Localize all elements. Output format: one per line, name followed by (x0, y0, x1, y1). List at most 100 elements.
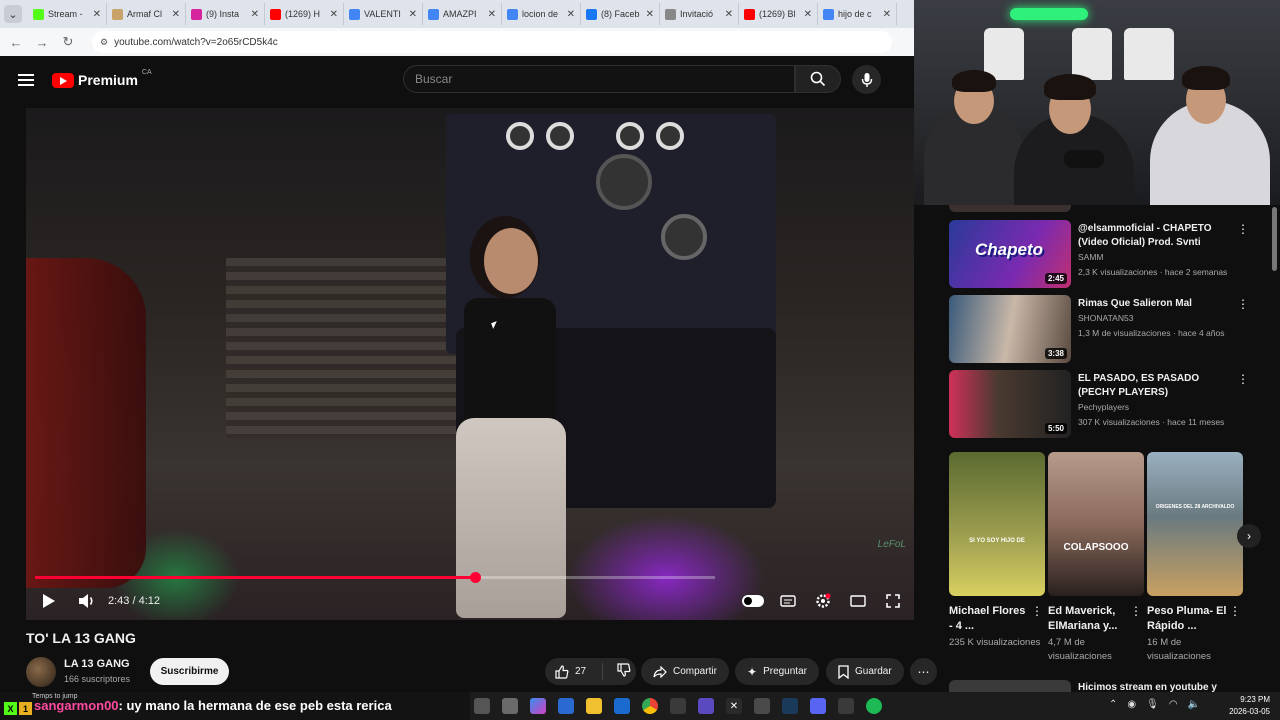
wifi-icon[interactable]: ◠ (1169, 699, 1178, 710)
recommended-video[interactable]: Chapeto 2:45 @elsammoficial - CHAPETO (V… (949, 220, 1259, 288)
short-title[interactable]: Michael Flores - 4 ... (949, 604, 1029, 634)
subtitles-button[interactable] (777, 590, 799, 612)
video-title[interactable]: EL PASADO, ES PASADO (PECHY PLAYERS) (1078, 372, 1228, 400)
capcut-icon[interactable]: ✕ (726, 698, 742, 714)
shorts-next-button[interactable]: › (1237, 524, 1261, 548)
steam-icon[interactable] (782, 698, 798, 714)
outlook-icon[interactable] (614, 698, 630, 714)
volume-button[interactable] (76, 590, 98, 612)
chrome-icon[interactable] (642, 698, 658, 714)
url-field[interactable]: ⚙ youtube.com/watch?v=2o65rCD5k4c (92, 31, 892, 53)
notes-icon[interactable] (754, 698, 770, 714)
close-tab-icon[interactable]: ✕ (93, 9, 101, 20)
ask-button[interactable]: ✦ Preguntar (735, 658, 819, 685)
browser-tab[interactable]: (1269) H ✕ (265, 3, 344, 25)
browser-tab[interactable]: VALENTI ✕ (344, 3, 423, 25)
more-options-icon[interactable]: ⋮ (1130, 604, 1142, 618)
back-icon[interactable]: ← (8, 35, 24, 50)
dislike-button[interactable] (609, 663, 631, 680)
copilot-icon[interactable] (530, 698, 546, 714)
close-tab-icon[interactable]: ✕ (725, 9, 733, 20)
more-actions-button[interactable]: ⋯ (910, 658, 937, 685)
theater-mode-button[interactable] (847, 590, 869, 612)
search-input[interactable]: Buscar (403, 65, 795, 93)
clock[interactable]: 9:23 PM 2026-03-05 (1229, 694, 1270, 718)
store-icon[interactable] (670, 698, 686, 714)
edge-icon[interactable] (558, 698, 574, 714)
short-thumbnail[interactable]: ORIGENES DEL 28 ARCHIVALDO (1147, 452, 1243, 596)
more-options-icon[interactable]: ⋮ (1237, 372, 1249, 386)
vs-icon[interactable] (698, 698, 714, 714)
browser-tab[interactable]: (1269) Bl ✕ (739, 3, 818, 25)
play-button[interactable] (38, 590, 60, 612)
progress-scrubber[interactable] (469, 572, 481, 583)
file-explorer-icon[interactable] (586, 698, 602, 714)
reload-icon[interactable]: ↻ (60, 34, 76, 50)
short-title[interactable]: Peso Pluma- El Rápido ... (1147, 604, 1227, 634)
more-options-icon[interactable]: ⋮ (1237, 222, 1249, 236)
close-tab-icon[interactable]: ✕ (251, 9, 259, 20)
youtube-logo[interactable]: Premium CA (52, 69, 152, 88)
share-button[interactable]: Compartir (641, 658, 729, 685)
voice-search-button[interactable] (852, 65, 881, 94)
browser-tab[interactable]: Armaf Cl ✕ (107, 3, 186, 25)
close-tab-icon[interactable]: ✕ (804, 9, 812, 20)
taskbar-app-icon[interactable] (474, 698, 490, 714)
more-options-icon[interactable]: ⋮ (1229, 604, 1241, 618)
browser-tab[interactable]: (9) Insta ✕ (186, 3, 265, 25)
close-tab-icon[interactable]: ✕ (883, 9, 891, 20)
browser-tab[interactable]: AMAZPI ✕ (423, 3, 502, 25)
browser-tab[interactable]: (8) Faceb ✕ (581, 3, 660, 25)
channel-name[interactable]: SHONATAN53 (1078, 313, 1133, 323)
short-item[interactable]: COLAPSOOO Ed Maverick, ElMariana y... 4,… (1048, 452, 1144, 664)
fullscreen-button[interactable] (882, 590, 904, 612)
more-options-icon[interactable]: ⋮ (1031, 604, 1043, 618)
channel-avatar[interactable] (26, 657, 56, 687)
spotify-icon[interactable] (866, 698, 882, 714)
short-thumbnail[interactable]: SI YO SOY HIJO DE (949, 452, 1045, 596)
network-icon[interactable]: ◉ (1127, 699, 1136, 710)
chevron-up-icon[interactable]: ⌃ (1109, 699, 1117, 710)
channel-name[interactable]: SAMM (1078, 252, 1104, 262)
obs-icon[interactable] (838, 698, 854, 714)
menu-icon[interactable] (18, 74, 34, 86)
channel-name[interactable]: Pechyplayers (1078, 402, 1129, 412)
short-thumbnail[interactable]: COLAPSOOO (1048, 452, 1144, 596)
task-view-icon[interactable] (502, 698, 518, 714)
close-tab-icon[interactable]: ✕ (330, 9, 338, 20)
discord-icon[interactable] (810, 698, 826, 714)
browser-tab[interactable]: Stream - ✕ (28, 3, 107, 25)
autoplay-toggle[interactable] (742, 595, 764, 607)
close-tab-icon[interactable]: ✕ (488, 9, 496, 20)
progress-bar[interactable] (35, 572, 715, 583)
recommended-video[interactable]: 5:50 EL PASADO, ES PASADO (PECHY PLAYERS… (949, 370, 1259, 438)
video-thumbnail[interactable]: Chapeto 2:45 (949, 220, 1071, 288)
video-thumbnail[interactable]: 5:50 (949, 370, 1071, 438)
close-tab-icon[interactable]: ✕ (172, 9, 180, 20)
close-tab-icon[interactable]: ✕ (567, 9, 575, 20)
mic-icon[interactable]: 🎙 (1146, 699, 1159, 710)
channel-name[interactable]: LA 13 GANG (64, 658, 130, 670)
close-tab-icon[interactable]: ✕ (646, 9, 654, 20)
recommended-video[interactable]: 3:38 Rimas Que Salieron Mal SHONATAN53 1… (949, 295, 1259, 363)
browser-tab[interactable]: hijo de c ✕ (818, 3, 897, 25)
like-button[interactable]: 27 (545, 663, 603, 680)
close-tab-icon[interactable]: ✕ (409, 9, 417, 20)
short-item[interactable]: SI YO SOY HIJO DE Michael Flores - 4 ...… (949, 452, 1045, 650)
short-title[interactable]: Ed Maverick, ElMariana y... (1048, 604, 1128, 634)
more-options-icon[interactable]: ⋮ (1237, 297, 1249, 311)
settings-button[interactable] (812, 590, 834, 612)
video-player[interactable]: LeFoL 2:43 / 4:12 (26, 108, 914, 620)
forward-icon[interactable]: → (34, 35, 50, 50)
video-title[interactable]: @elsammoficial - CHAPETO (Video Oficial)… (1078, 222, 1228, 250)
subscribe-button[interactable]: Suscribirme (150, 658, 229, 685)
video-thumbnail[interactable]: 3:38 (949, 295, 1071, 363)
speaker-icon[interactable]: 🔈 (1188, 699, 1200, 710)
save-button[interactable]: Guardar (826, 658, 904, 685)
video-title[interactable]: Rimas Que Salieron Mal (1078, 297, 1228, 311)
browser-tab[interactable]: Invitació ✕ (660, 3, 739, 25)
search-button[interactable] (795, 65, 841, 93)
site-info-icon[interactable]: ⚙ (100, 37, 108, 48)
browser-tab[interactable]: locion de ✕ (502, 3, 581, 25)
sidebar-scrollbar[interactable] (1272, 207, 1277, 271)
